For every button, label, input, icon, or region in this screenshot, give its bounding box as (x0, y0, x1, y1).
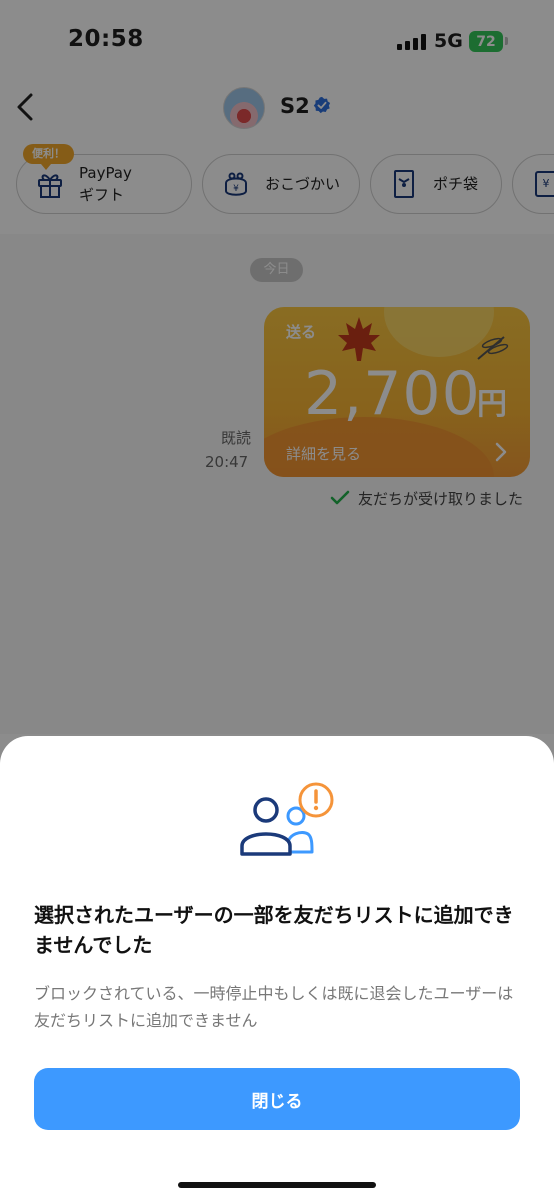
user-warning-icon (240, 782, 334, 856)
home-indicator[interactable] (178, 1182, 376, 1188)
error-bottom-sheet: 選択されたユーザーの一部を友だちリストに追加できませんでした ブロックされている… (0, 736, 554, 1200)
dialog-title: 選択されたユーザーの一部を友だちリストに追加できませんでした (34, 903, 514, 957)
close-button[interactable]: 閉じる (34, 1068, 520, 1130)
dialog-description: ブロックされている、一時停止中もしくは既に退会したユーザーは友だちリストに追加で… (34, 984, 514, 1030)
